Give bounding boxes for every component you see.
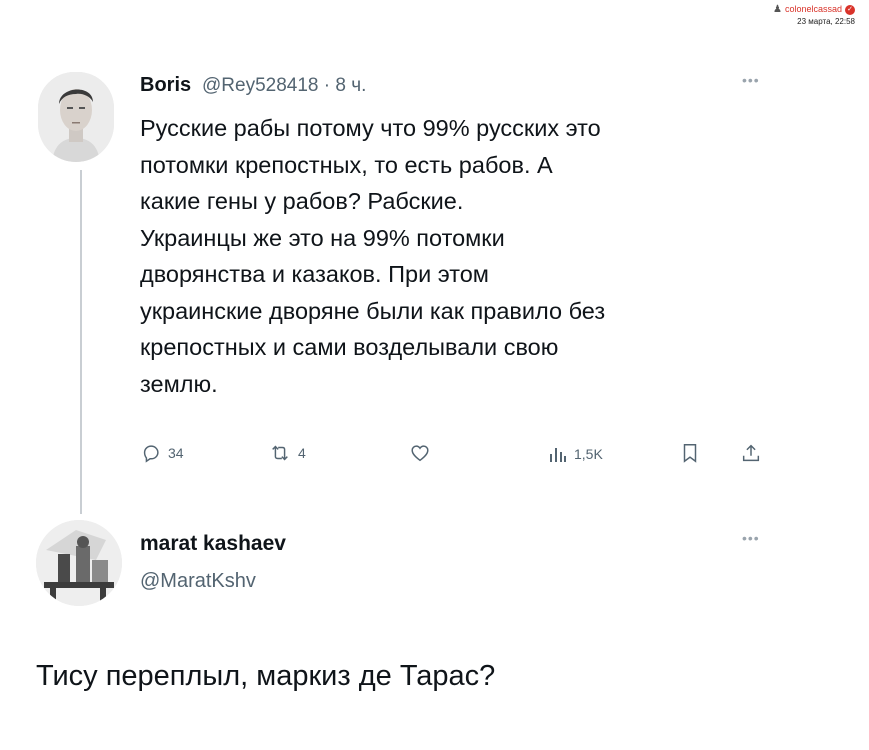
avatar[interactable] bbox=[36, 520, 122, 606]
reply-text: Тису переплыл, маркиз де Тарас? bbox=[36, 660, 496, 692]
author-handle-time[interactable]: @Rey528418 · 8 ч. bbox=[202, 75, 366, 97]
watermark: ♟ colonelcassad ✓ 23 марта, 22:58 bbox=[773, 4, 855, 26]
watermark-username: colonelcassad bbox=[784, 4, 842, 14]
user-icon: ♟ bbox=[772, 4, 782, 15]
more-icon[interactable]: ••• bbox=[742, 530, 760, 546]
watermark-date: 23 марта, 22:58 bbox=[797, 17, 855, 26]
author-name[interactable]: Boris bbox=[140, 74, 191, 97]
tweet-line: потомки крепостных, то есть рабов. А bbox=[140, 151, 553, 178]
tweet-actions: 34 4 1,5K bbox=[0, 440, 869, 470]
tweet-body: Русские рабы потому что 99% русских это … bbox=[140, 110, 780, 402]
reply-author-handle[interactable]: @MaratKshv bbox=[140, 570, 256, 593]
tweet-line: крепостных и сами возделывали свою bbox=[140, 334, 559, 360]
reply-button[interactable]: 34 bbox=[140, 442, 184, 464]
repost-count: 4 bbox=[298, 445, 306, 461]
repost-icon bbox=[272, 445, 288, 461]
tweet-line: какие гены у рабов? Рабские. bbox=[140, 188, 464, 214]
reply-icon bbox=[143, 445, 159, 463]
avatar-photo bbox=[38, 72, 114, 162]
share-button[interactable] bbox=[740, 442, 762, 464]
views-button[interactable]: 1,5K bbox=[548, 444, 603, 464]
avatar-photo bbox=[36, 520, 122, 606]
like-button[interactable] bbox=[408, 442, 432, 464]
more-icon[interactable]: ••• bbox=[742, 72, 760, 88]
reply-count: 34 bbox=[168, 445, 184, 461]
tweet-line: землю. bbox=[140, 370, 218, 397]
watermark-user: ♟ colonelcassad ✓ bbox=[773, 4, 855, 15]
bookmark-button[interactable] bbox=[680, 442, 700, 464]
bookmark-icon bbox=[683, 444, 697, 463]
views-icon bbox=[550, 448, 566, 462]
repost-button[interactable]: 4 bbox=[268, 442, 306, 464]
reply-author-name[interactable]: marat kashaev bbox=[140, 532, 286, 556]
tweet-line: Русские рабы потому что 99% русских это bbox=[140, 115, 601, 141]
views-count: 1,5K bbox=[574, 446, 603, 462]
tweet-line: Украинцы же это на 99% потомки bbox=[140, 224, 505, 251]
tweet-line: дворянства и казаков. При этом bbox=[140, 261, 489, 287]
heart-icon bbox=[411, 445, 429, 462]
share-icon bbox=[742, 444, 760, 462]
avatar[interactable] bbox=[38, 72, 114, 162]
verified-icon: ✓ bbox=[845, 4, 855, 15]
tweet-line: украинские дворяне были как правило без bbox=[140, 297, 606, 324]
